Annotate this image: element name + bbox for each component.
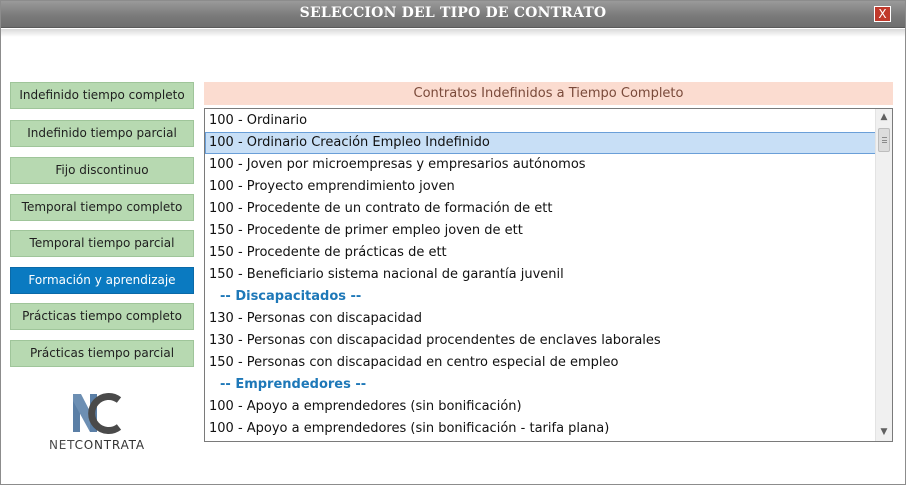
vertical-scrollbar[interactable]: ▲ ▼ — [875, 109, 892, 441]
list-item[interactable]: 100 - Apoyo a emprendedores (sin bonific… — [205, 396, 876, 418]
sidebar-item-indefinido-parcial[interactable]: Indefinido tiempo parcial — [10, 120, 194, 147]
close-icon: X — [878, 7, 887, 21]
title-bar: SELECCION DEL TIPO DE CONTRATO X — [1, 1, 905, 28]
list-item[interactable]: 130 - Personas con discapacidad — [205, 308, 876, 330]
list-item[interactable]: 100 - Apoyo a emprendedores (sin bonific… — [205, 418, 876, 440]
arrow-up-icon: ▲ — [880, 112, 888, 122]
list-item[interactable]: 130 - Personas con discapacidad procende… — [205, 330, 876, 352]
sidebar-item-formacion[interactable]: Formación y aprendizaje — [10, 267, 194, 294]
scroll-thumb[interactable] — [878, 128, 890, 152]
section-header-discapacitados: -- Discapacitados -- — [220, 289, 362, 304]
scroll-up-button[interactable]: ▲ — [876, 109, 892, 126]
sidebar-item-temporal-completo[interactable]: Temporal tiempo completo — [10, 194, 194, 221]
list-item[interactable]: 100 - Joven por microempresas y empresar… — [205, 154, 876, 176]
contract-list: 100 - Ordinario 100 - Ordinario Creación… — [205, 110, 876, 440]
list-header: Contratos Indefinidos a Tiempo Completo — [204, 82, 893, 105]
section-header-emprendedores: -- Emprendedores -- — [220, 377, 367, 392]
list-item[interactable]: 150 - Procedente de prácticas de ett — [205, 242, 876, 264]
list-item[interactable]: 100 - Procedente de un contrato de forma… — [205, 198, 876, 220]
sidebar-item-practicas-parcial[interactable]: Prácticas tiempo parcial — [10, 340, 194, 367]
list-item[interactable]: 150 - Personas con discapacidad en centr… — [205, 352, 876, 374]
title-shadow — [1, 29, 905, 37]
contract-listbox[interactable]: 100 - Ordinario 100 - Ordinario Creación… — [204, 108, 893, 442]
list-item-selected[interactable]: 100 - Ordinario Creación Empleo Indefini… — [205, 132, 876, 154]
scroll-down-button[interactable]: ▼ — [876, 424, 892, 441]
sidebar-item-fijo-discontinuo[interactable]: Fijo discontinuo — [10, 157, 194, 184]
sidebar-item-indefinido-completo[interactable]: Indefinido tiempo completo — [10, 82, 194, 109]
sidebar-item-practicas-completo[interactable]: Prácticas tiempo completo — [10, 303, 194, 330]
list-item[interactable]: 100 - Ordinario — [205, 110, 876, 132]
arrow-down-icon: ▼ — [880, 427, 888, 437]
list-item[interactable]: 150 - Beneficiario sistema nacional de g… — [205, 264, 876, 286]
dialog-title: SELECCION DEL TIPO DE CONTRATO — [299, 5, 607, 21]
logo-text: NETCONTRATA — [49, 438, 145, 452]
contract-type-dialog: SELECCION DEL TIPO DE CONTRATO X Indefin… — [0, 0, 906, 485]
sidebar-item-temporal-parcial[interactable]: Temporal tiempo parcial — [10, 230, 194, 257]
list-item[interactable]: 150 - Procedente de primer empleo joven … — [205, 220, 876, 242]
list-item[interactable]: 100 - Proyecto emprendimiento joven — [205, 176, 876, 198]
close-button[interactable]: X — [874, 6, 891, 22]
grip-icon — [882, 137, 887, 143]
